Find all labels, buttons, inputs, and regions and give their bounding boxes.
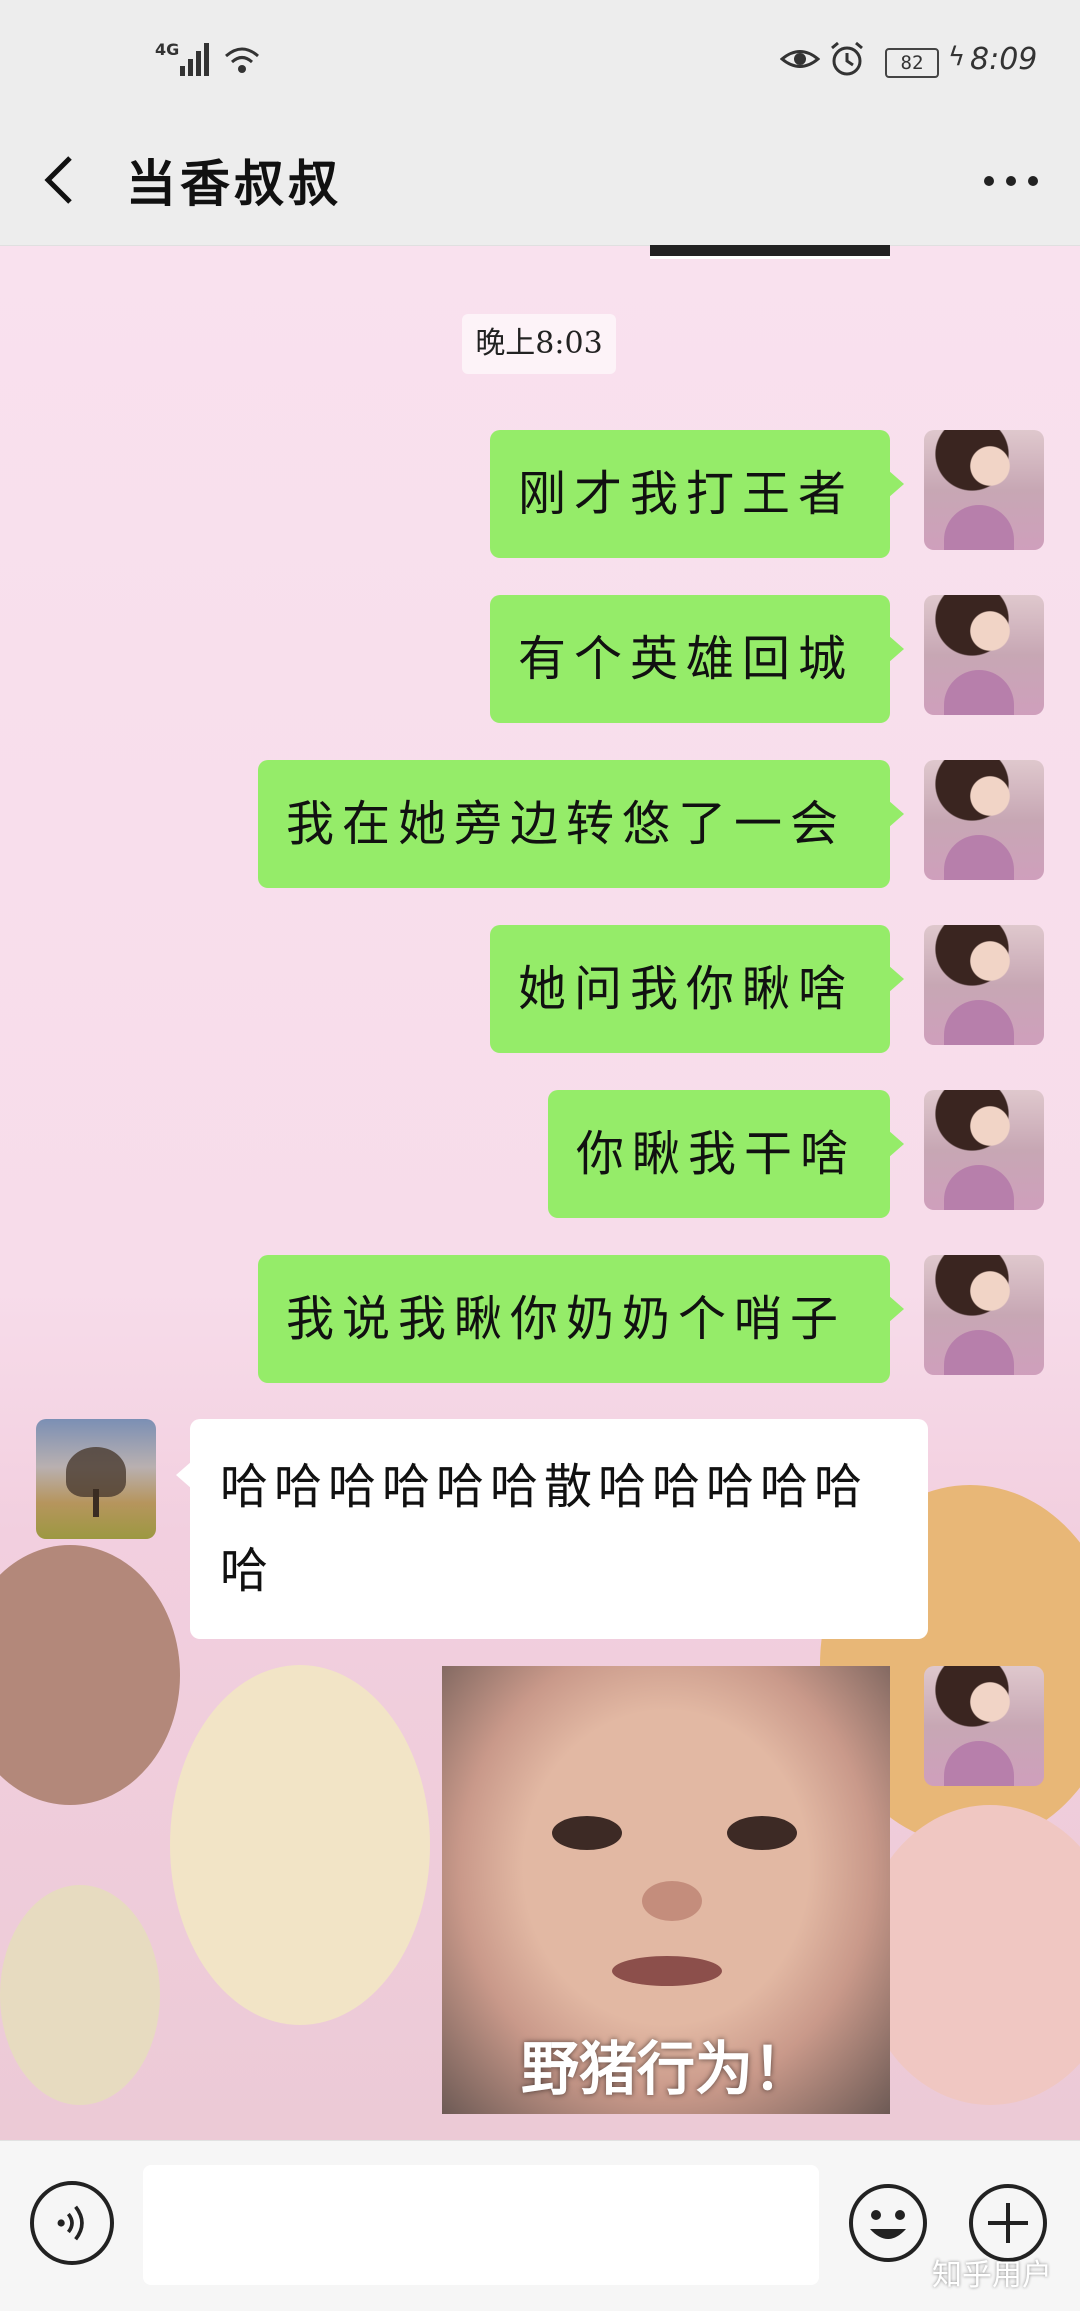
alarm-icon xyxy=(831,41,863,76)
message-bubble[interactable]: 我说我瞅你奶奶个哨子 xyxy=(258,1255,904,1383)
my-avatar[interactable] xyxy=(924,430,1044,550)
wallpaper-bear-bottom-left xyxy=(0,1885,160,2105)
voice-icon[interactable] xyxy=(30,2181,114,2265)
message-bubble[interactable]: 我在她旁边转悠了一会 xyxy=(258,760,904,888)
my-avatar[interactable] xyxy=(924,1666,1044,1786)
message-bubble[interactable]: 有个英雄回城 xyxy=(490,595,904,723)
sticker-face-mouth xyxy=(612,1956,722,1986)
my-avatar[interactable] xyxy=(924,1255,1044,1375)
charging-icon: ϟ xyxy=(948,42,966,72)
message-input[interactable] xyxy=(143,2165,819,2285)
my-avatar[interactable] xyxy=(924,1090,1044,1210)
time-divider: 晚上8:03 xyxy=(462,314,616,374)
wallpaper-bear-center xyxy=(170,1665,430,2025)
chevron-left-icon[interactable] xyxy=(36,150,86,210)
message-bubble[interactable]: 刚才我打王者 xyxy=(490,430,904,558)
battery-level: 82 xyxy=(900,52,924,74)
message-bubble[interactable]: 哈哈哈哈哈哈散哈哈哈哈哈哈 xyxy=(176,1419,928,1639)
status-bar: 4G 82 ϟ 8:09 xyxy=(0,0,1080,120)
watermark-text: 知乎用户 xyxy=(932,2258,1052,2293)
previous-image-edge[interactable] xyxy=(650,245,890,259)
wallpaper-bear-bottom-right xyxy=(860,1805,1080,2105)
battery-icon: 82 xyxy=(885,48,939,78)
my-avatar[interactable] xyxy=(924,925,1044,1045)
sticker-face-nose xyxy=(642,1881,702,1921)
emoji-icon[interactable] xyxy=(846,2181,930,2265)
sticker-caption: 野猪行为！ xyxy=(520,2035,811,2103)
friend-avatar[interactable] xyxy=(36,1419,156,1539)
message-bubble[interactable]: 她问我你瞅啥 xyxy=(490,925,904,1053)
status-time: 8:09 xyxy=(970,42,1038,77)
sticker-image[interactable]: 野猪行为！ xyxy=(442,1666,890,2114)
message-bubble[interactable]: 你瞅我干啥 xyxy=(548,1090,904,1218)
chat-title: 当香叔叔 xyxy=(126,154,342,213)
wifi-icon xyxy=(225,47,259,73)
network-type-label: 4G xyxy=(155,40,180,59)
sticker-face-eye xyxy=(727,1816,797,1850)
sticker-face-eye xyxy=(552,1816,622,1850)
chat-header: 当香叔叔 xyxy=(0,120,1080,246)
avatar-tree-trunk xyxy=(93,1489,99,1517)
input-bar xyxy=(0,2140,1080,2311)
status-right-group: 82 ϟ 8:09 xyxy=(780,40,1080,80)
my-avatar[interactable] xyxy=(924,595,1044,715)
more-dots-icon[interactable] xyxy=(976,150,1046,210)
eye-icon xyxy=(780,50,820,68)
my-avatar[interactable] xyxy=(924,760,1044,880)
wallpaper-bear-left xyxy=(0,1545,180,1805)
signal-icon xyxy=(180,40,210,76)
